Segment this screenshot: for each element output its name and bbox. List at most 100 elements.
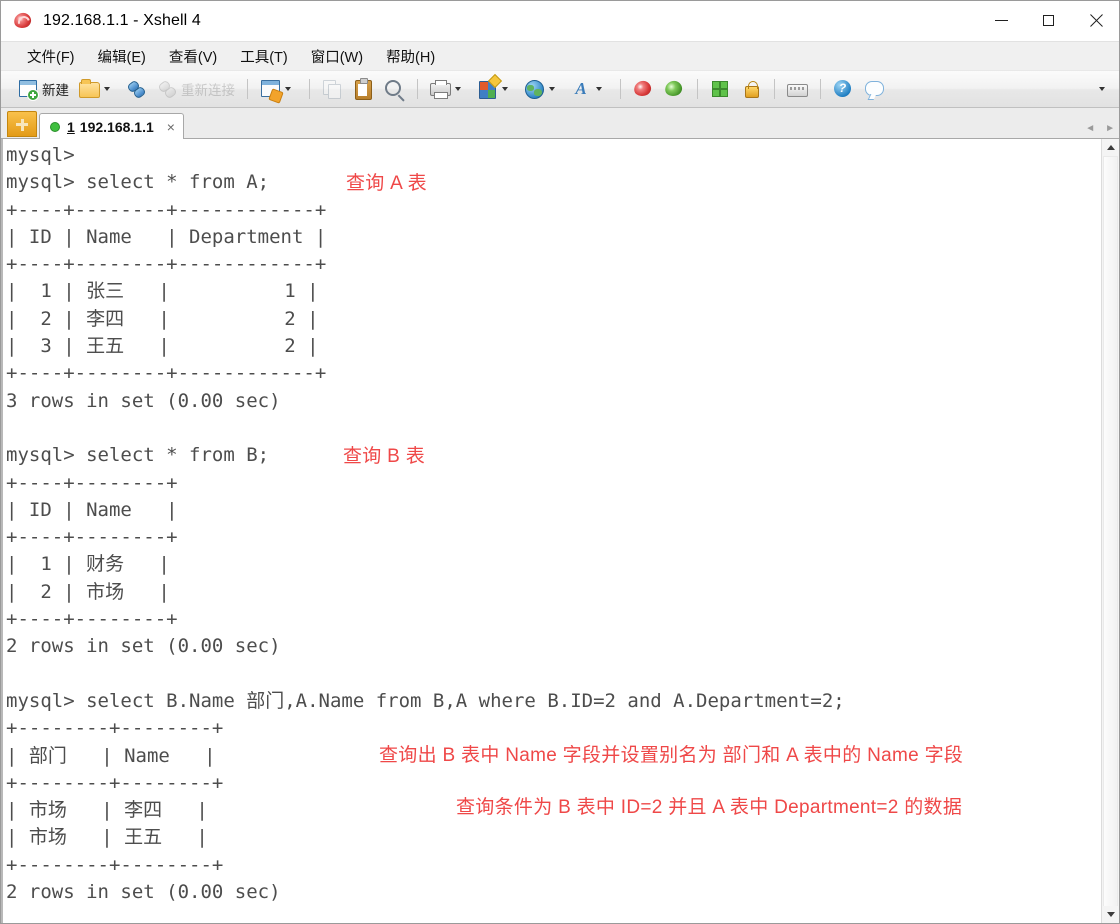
keyboard-button[interactable] — [782, 74, 812, 104]
terminal-area[interactable]: mysql>mysql> select * from A;+----+-----… — [1, 139, 1119, 923]
annotation-text: 查询出 B 表中 Name 字段并设置别名为 部门和 A 表中的 Name 字段 — [379, 740, 963, 767]
minimize-button[interactable] — [978, 1, 1025, 40]
terminal-line: +----+--------+------------+ — [6, 251, 1101, 278]
tab-close-icon[interactable]: × — [167, 120, 175, 134]
feedback-button[interactable] — [859, 74, 889, 104]
terminal-line: mysql> select B.Name 部门,A.Name from B,A … — [6, 688, 1101, 715]
highlight-palette-icon — [476, 78, 498, 100]
menu-tools[interactable]: 工具(T) — [230, 43, 298, 70]
highlight-button[interactable] — [472, 74, 518, 104]
compose-bar-button[interactable] — [705, 74, 735, 104]
lock-icon — [740, 78, 762, 100]
help-button[interactable]: ? — [828, 74, 858, 104]
chevron-up-icon — [1107, 145, 1115, 150]
maximize-icon — [1043, 15, 1054, 26]
toolbar-separator-6 — [774, 79, 775, 99]
toolbar-separator-1 — [247, 79, 248, 99]
find-button[interactable] — [379, 74, 409, 104]
keyboard-icon — [786, 78, 808, 100]
terminal-line: mysql> select * from B; — [6, 442, 1101, 469]
paste-button[interactable] — [348, 74, 378, 104]
terminal-line: | 1 | 财务 | — [6, 551, 1101, 578]
terminal-line: | 2 | 李四 | 2 | — [6, 306, 1101, 333]
chevron-down-icon[interactable] — [285, 87, 291, 91]
toolbar-separator-7 — [820, 79, 821, 99]
terminal-line — [6, 415, 1101, 442]
close-button[interactable] — [1072, 1, 1119, 40]
toolbar-separator-2 — [309, 79, 310, 99]
reconnect-label: 重新连接 — [181, 79, 235, 99]
scrollbar-thumb[interactable] — [1103, 156, 1118, 911]
toolbar-overflow-button[interactable] — [1095, 71, 1111, 107]
session-window-icon — [259, 78, 281, 100]
globe-icon — [523, 78, 545, 100]
folder-open-icon — [78, 78, 100, 100]
xftp-button[interactable] — [659, 74, 689, 104]
xshell-button[interactable] — [628, 74, 658, 104]
menu-file[interactable]: 文件(F) — [17, 43, 85, 70]
reconnect-button: 重新连接 — [152, 74, 239, 104]
tab-scroll-right-icon[interactable]: ► — [1105, 123, 1115, 134]
menu-help[interactable]: 帮助(H) — [376, 43, 445, 70]
chat-bubble-icon — [863, 78, 885, 100]
xshell-window: 192.168.1.1 - Xshell 4 文件(F) 编辑(E) 查看(V)… — [0, 0, 1120, 924]
menu-bar: 文件(F) 编辑(E) 查看(V) 工具(T) 窗口(W) 帮助(H) — [1, 41, 1119, 70]
scroll-up-button[interactable] — [1102, 139, 1119, 156]
connect-button[interactable] — [121, 74, 151, 104]
plug-disconnect-icon — [156, 78, 178, 100]
scroll-down-button[interactable] — [1102, 906, 1119, 923]
toolbar-separator-4 — [620, 79, 621, 99]
lock-button[interactable] — [736, 74, 766, 104]
terminal-line: | 2 | 市场 | — [6, 579, 1101, 606]
toolbar-separator-5 — [697, 79, 698, 99]
web-button[interactable] — [519, 74, 565, 104]
terminal-line: | 市场 | 王五 | — [6, 824, 1101, 851]
chevron-down-icon[interactable] — [104, 87, 110, 91]
menu-view[interactable]: 查看(V) — [159, 43, 227, 70]
xshell-logo-icon — [12, 10, 34, 32]
search-icon — [383, 78, 405, 100]
chevron-down-icon — [1099, 87, 1105, 91]
xftp-icon — [663, 78, 685, 100]
new-session-button[interactable]: 新建 — [13, 74, 73, 104]
maximize-button[interactable] — [1025, 1, 1072, 40]
terminal-line: 3 rows in set (0.00 sec) — [6, 388, 1101, 415]
terminal-line: +----+--------+------------+ — [6, 197, 1101, 224]
tab-title: 192.168.1.1 — [80, 119, 154, 135]
terminal-line — [6, 661, 1101, 688]
menu-edit[interactable]: 编辑(E) — [88, 43, 156, 70]
minimize-icon — [995, 20, 1008, 21]
terminal-line: +--------+--------+ — [6, 852, 1101, 879]
annotation-text: 查询 A 表 — [346, 168, 427, 195]
font-button[interactable]: A — [566, 74, 612, 104]
terminal-scrollbar[interactable] — [1101, 139, 1119, 923]
grid-icon — [709, 78, 731, 100]
copy-button[interactable] — [317, 74, 347, 104]
plug-connect-icon — [125, 78, 147, 100]
tab-scroll-controls: ◄ ► — [1085, 123, 1115, 134]
terminal-line: mysql> — [6, 142, 1101, 169]
chevron-down-icon[interactable] — [502, 87, 508, 91]
help-circle-icon: ? — [832, 78, 854, 100]
menu-window[interactable]: 窗口(W) — [301, 43, 373, 70]
terminal-line: +----+--------+------------+ — [6, 360, 1101, 387]
title-bar: 192.168.1.1 - Xshell 4 — [1, 1, 1119, 41]
new-tab-button[interactable] — [7, 111, 37, 137]
terminal-line: +----+--------+ — [6, 524, 1101, 551]
tab-scroll-left-icon[interactable]: ◄ — [1085, 123, 1095, 134]
chevron-down-icon[interactable] — [455, 87, 461, 91]
terminal-line: mysql> select * from A; — [6, 169, 1101, 196]
terminal-line: +----+--------+ — [6, 606, 1101, 633]
tab-bar: 1 192.168.1.1 × ◄ ► — [1, 108, 1119, 139]
chevron-down-icon[interactable] — [549, 87, 555, 91]
terminal-line: 2 rows in set (0.00 sec) — [6, 879, 1101, 906]
open-session-button[interactable] — [74, 74, 120, 104]
tab-session-1[interactable]: 1 192.168.1.1 × — [39, 113, 184, 139]
session-manager-button[interactable] — [255, 74, 301, 104]
chevron-down-icon[interactable] — [596, 87, 602, 91]
print-button[interactable] — [425, 74, 471, 104]
window-title: 192.168.1.1 - Xshell 4 — [43, 12, 201, 30]
terminal-line: | ID | Name | Department | — [6, 224, 1101, 251]
tab-number: 1 — [67, 119, 75, 135]
new-session-label: 新建 — [42, 79, 69, 99]
